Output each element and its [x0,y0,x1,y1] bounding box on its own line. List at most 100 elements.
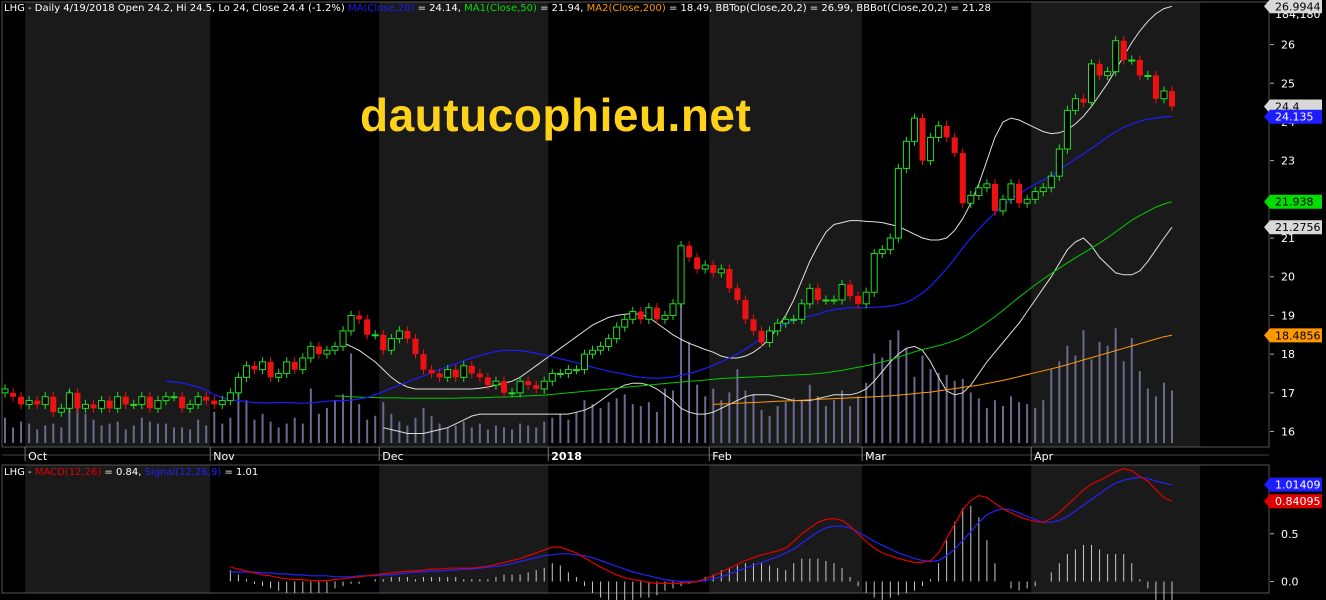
signal-label: Signal(12,26,9) [144,467,222,478]
candle-down [452,369,459,378]
candle-up [790,318,798,321]
month-label: Nov [213,450,235,463]
candle-up [894,167,902,239]
candle-up [556,372,564,375]
ma1-value: = 21.94, [536,3,587,14]
candle-up [387,338,395,351]
ma1-label: MA1(Close,50) [464,3,537,14]
candle-up [1039,187,1047,193]
candle-up [259,361,267,371]
candle-up [766,330,774,344]
candle-up [572,369,580,372]
candle-up [540,380,548,390]
candle-up [1071,98,1079,111]
candle-up [138,396,146,405]
macd-axis-label: 0.0 [1281,576,1299,589]
watermark-text: dautucophieu.net [360,89,752,141]
candle-up [1007,183,1015,200]
candle-up [1160,90,1168,100]
candle-down [814,288,821,300]
candle-down [959,152,966,204]
candle-up [57,407,65,413]
candle-down [653,307,660,320]
candle-up [830,299,838,302]
candle-up [935,125,943,138]
candle-up [580,353,588,371]
candle-down [710,265,717,273]
candle-up [1031,191,1039,200]
candle-down [476,373,483,378]
bollinger-values: BBTop(Close,20,2) = 26.99, BBBot(Close,2… [715,3,991,14]
candle-down [734,288,741,300]
candle-up [975,187,983,196]
candle-down [1152,75,1159,99]
candle-down [404,330,411,339]
candle-down [468,365,475,374]
candle-down [267,361,274,378]
candle-down [364,319,371,335]
price-axis-label: 17 [1281,387,1295,400]
candle-up [1112,40,1120,73]
candle-up [508,392,516,395]
price-tag-label: 21.938 [1275,196,1314,209]
candle-up [170,396,178,399]
candle-up [444,369,452,378]
candle-up [999,198,1007,212]
candle-down [90,404,97,409]
candle-up [226,392,234,402]
candle-up [1144,75,1152,78]
candle-down [420,354,427,370]
month-label: Feb [712,450,731,463]
candle-up [621,318,629,328]
candle-up [283,361,291,374]
candle-up [902,140,910,169]
candle-up [395,330,403,340]
candle-up [114,396,122,409]
candle-up [589,349,597,355]
candle-down [500,381,508,393]
month-label: 2018 [551,450,582,463]
candle-up [1,388,9,394]
candle-up [154,400,162,409]
candle-down [919,118,926,161]
candle-up [218,400,226,405]
candle-up [194,396,202,405]
candle-down [179,396,186,409]
candle-up [717,268,725,274]
candle-up [669,303,677,316]
candle-down [1136,60,1143,76]
candle-up [371,334,379,337]
candle-up [782,318,790,324]
candle-down [428,369,435,374]
price-header: LHG - Daily 4/19/2018 Open 24.2, Hi 24.5… [4,3,991,15]
candle-down [106,400,113,409]
candle-up [774,322,782,332]
candle-down [484,377,491,386]
candle-down [1096,63,1103,76]
month-label: Dec [382,450,403,463]
month-band-macd [25,465,211,593]
candle-up [347,314,355,332]
candle-up [1063,109,1071,150]
candle-down [991,183,998,211]
candle-up [701,264,709,270]
candle-down [1168,91,1176,107]
month-band-price [709,2,863,447]
candle-up [299,357,307,371]
candle-down [10,392,17,397]
candle-up [661,314,669,320]
candle-down [18,396,25,405]
candle-up [25,400,33,405]
price-axis-label: 19 [1281,309,1295,322]
candle-down [1080,98,1087,103]
candle-up [613,326,621,340]
candle-up [130,403,138,406]
candle-up [822,299,830,302]
candle-down [315,346,322,355]
candle-down [742,299,749,320]
candle-up [983,183,991,189]
candle-up [186,403,194,409]
candle-up [234,376,242,394]
candle-down [1120,40,1127,61]
candle-up [1055,148,1063,177]
